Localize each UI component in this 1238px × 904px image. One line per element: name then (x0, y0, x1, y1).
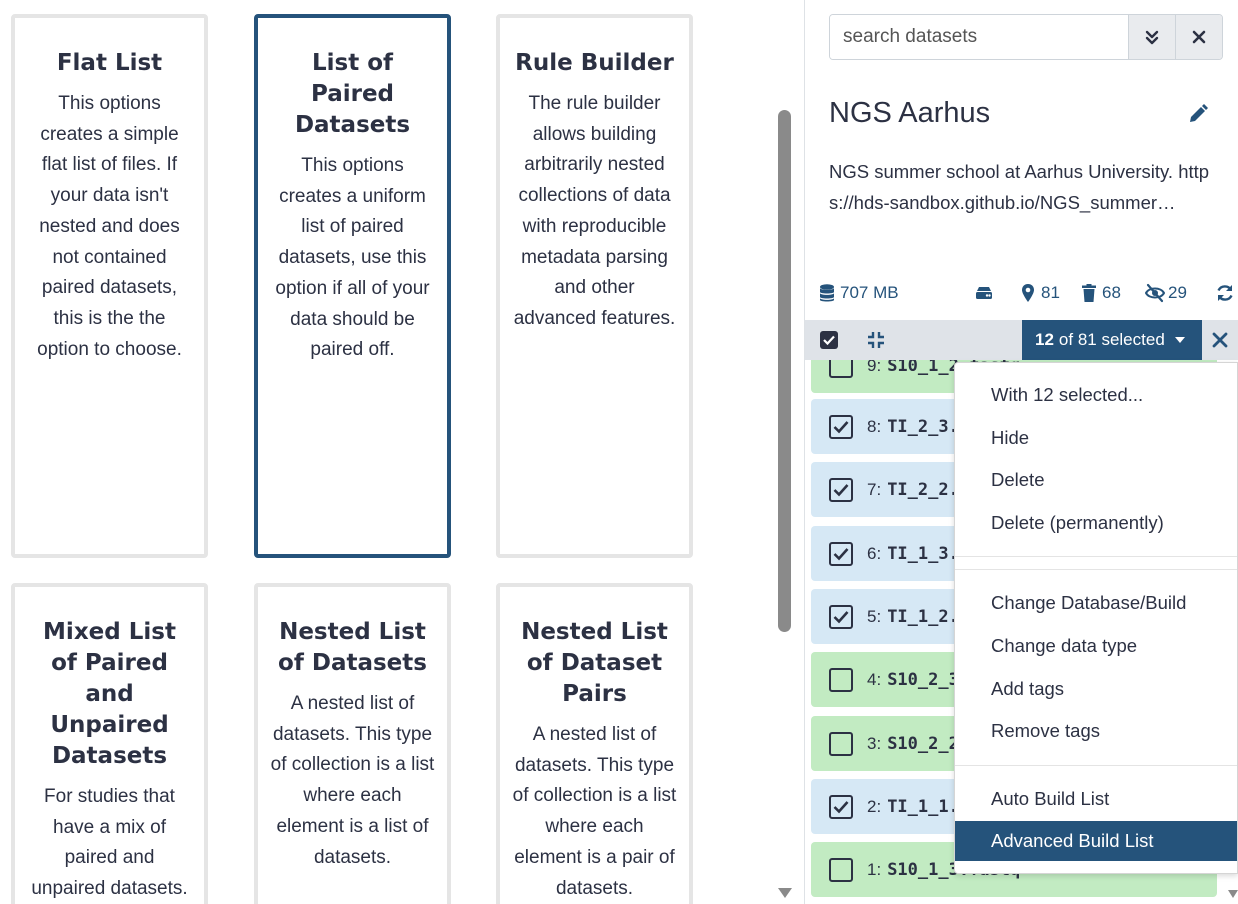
dataset-hid: 4: (867, 669, 882, 689)
double-chevron-down-icon (1145, 30, 1159, 45)
scroll-down-arrow-icon[interactable] (778, 888, 792, 898)
card-title: Mixed List of Paired and Unpaired Datase… (43, 619, 176, 769)
select-all-toggle[interactable] (805, 320, 853, 360)
history-stats: 707 MB 81 68 29 (817, 279, 1237, 307)
dataset-checkbox[interactable] (829, 414, 853, 439)
card-title: Rule Builder (515, 50, 674, 76)
checkmark-icon (833, 547, 849, 560)
map-marker-icon (1022, 284, 1034, 302)
dataset-checkbox[interactable] (829, 731, 853, 756)
selection-bar: 12 of 81 selected (805, 320, 1238, 360)
card-description: A nested list of datasets. This type of … (270, 693, 435, 868)
menu-header: With 12 selected... (991, 384, 1144, 405)
menu-divider (955, 765, 1237, 766)
dataset-hid: 5: (867, 606, 882, 626)
hidden-count[interactable]: 29 (1145, 279, 1187, 307)
deleted-count[interactable]: 68 (1079, 279, 1121, 307)
close-icon (1192, 30, 1206, 44)
card-list-paired[interactable]: List of Paired Datasets This options cre… (254, 14, 451, 558)
card-title: List of Paired Datasets (294, 50, 411, 138)
menu-item-change-dbkey[interactable]: Change Database/Build (955, 583, 1237, 623)
menu-item-delete[interactable]: Delete (955, 460, 1237, 500)
card-description: A nested list of datasets. This type of … (512, 724, 677, 899)
checkmark-icon (833, 800, 849, 813)
dataset-checkbox[interactable] (829, 857, 853, 882)
shown-count-value: 81 (1041, 283, 1060, 302)
card-description: The rule builder allows building arbitra… (513, 93, 676, 329)
selection-dropdown-menu: With 12 selected... Hide Delete Delete (… (954, 362, 1238, 874)
card-title: Nested List of Datasets (278, 619, 427, 676)
history-size-value: 707 MB (840, 283, 899, 302)
eye-slash-icon (1145, 283, 1165, 303)
compress-icon[interactable] (865, 329, 887, 351)
menu-divider (955, 556, 1237, 557)
advanced-search-toggle[interactable] (1128, 15, 1175, 59)
card-description: This options creates a uniform list of p… (275, 155, 430, 361)
card-title: Nested List of Dataset Pairs (521, 619, 668, 707)
selected-count: 12 (1035, 330, 1054, 349)
history-name: NGS Aarhus (829, 97, 991, 129)
deleted-count-value: 68 (1102, 283, 1121, 302)
dataset-hid: 6: (867, 543, 882, 563)
close-icon[interactable] (1210, 330, 1230, 350)
checkmark-icon (833, 483, 849, 496)
dataset-search (829, 14, 1223, 60)
checked-square-icon (820, 331, 838, 349)
scrollbar-thumb[interactable] (778, 110, 791, 632)
pencil-icon[interactable] (1187, 103, 1209, 125)
card-rule-builder[interactable]: Rule Builder The rule builder allows bui… (496, 14, 693, 558)
hdd-icon (976, 287, 992, 299)
menu-item-change-datatype[interactable]: Change data type (955, 626, 1237, 666)
card-mixed-list[interactable]: Mixed List of Paired and Unpaired Datase… (11, 583, 208, 904)
menu-divider (955, 569, 1237, 570)
selected-label: of 81 selected (1058, 330, 1165, 349)
dataset-checkbox[interactable] (829, 604, 853, 629)
refresh-button[interactable] (1215, 279, 1235, 307)
menu-item-remove-tags[interactable]: Remove tags (955, 711, 1237, 751)
history-scroll-down-arrow-icon[interactable] (1228, 890, 1238, 898)
history-size[interactable]: 707 MB (817, 279, 899, 307)
database-icon (820, 284, 834, 302)
menu-item-advanced-build-list[interactable]: Advanced Build List (955, 821, 1237, 861)
card-description: This options creates a simple flat list … (37, 93, 182, 360)
sync-icon (1217, 285, 1233, 301)
collection-type-panel: Flat List This options creates a simple … (0, 0, 748, 904)
dataset-checkbox[interactable] (829, 477, 853, 502)
clear-search-button[interactable] (1175, 15, 1222, 59)
selection-dropdown-button[interactable]: 12 of 81 selected (1022, 320, 1202, 360)
dataset-checkbox[interactable] (829, 667, 853, 692)
menu-item-hide[interactable]: Hide (955, 418, 1237, 458)
card-title: Flat List (56, 50, 163, 76)
hidden-count-value: 29 (1168, 283, 1187, 302)
menu-item-auto-build-list[interactable]: Auto Build List (955, 779, 1237, 819)
trash-icon (1082, 284, 1096, 302)
menu-item-add-tags[interactable]: Add tags (955, 669, 1237, 709)
menu-item-delete-permanently[interactable]: Delete (permanently) (955, 503, 1237, 543)
caret-down-icon (1174, 337, 1185, 343)
dataset-hid: 9: (867, 360, 882, 375)
storage-dashboard[interactable] (974, 279, 994, 307)
card-nested-list-pairs[interactable]: Nested List of Dataset Pairs A nested li… (496, 583, 693, 904)
dataset-hid: 8: (867, 416, 882, 436)
dataset-checkbox[interactable] (829, 360, 853, 378)
checkmark-icon (833, 610, 849, 623)
dataset-hid: 2: (867, 796, 882, 816)
dataset-hid: 3: (867, 733, 882, 753)
checkmark-icon (833, 420, 849, 433)
history-annotation: NGS summer school at Aarhus University. … (829, 161, 1210, 213)
search-datasets-input[interactable] (830, 15, 1128, 59)
card-flat-list[interactable]: Flat List This options creates a simple … (11, 14, 208, 558)
dataset-hid: 7: (867, 479, 882, 499)
dataset-checkbox[interactable] (829, 541, 853, 566)
center-scrollbar[interactable] (771, 0, 799, 904)
dataset-hid: 1: (867, 859, 882, 879)
card-description: For studies that have a mix of paired an… (31, 786, 188, 900)
dataset-checkbox[interactable] (829, 794, 853, 819)
shown-count[interactable]: 81 (1018, 279, 1060, 307)
card-nested-list[interactable]: Nested List of Datasets A nested list of… (254, 583, 451, 904)
